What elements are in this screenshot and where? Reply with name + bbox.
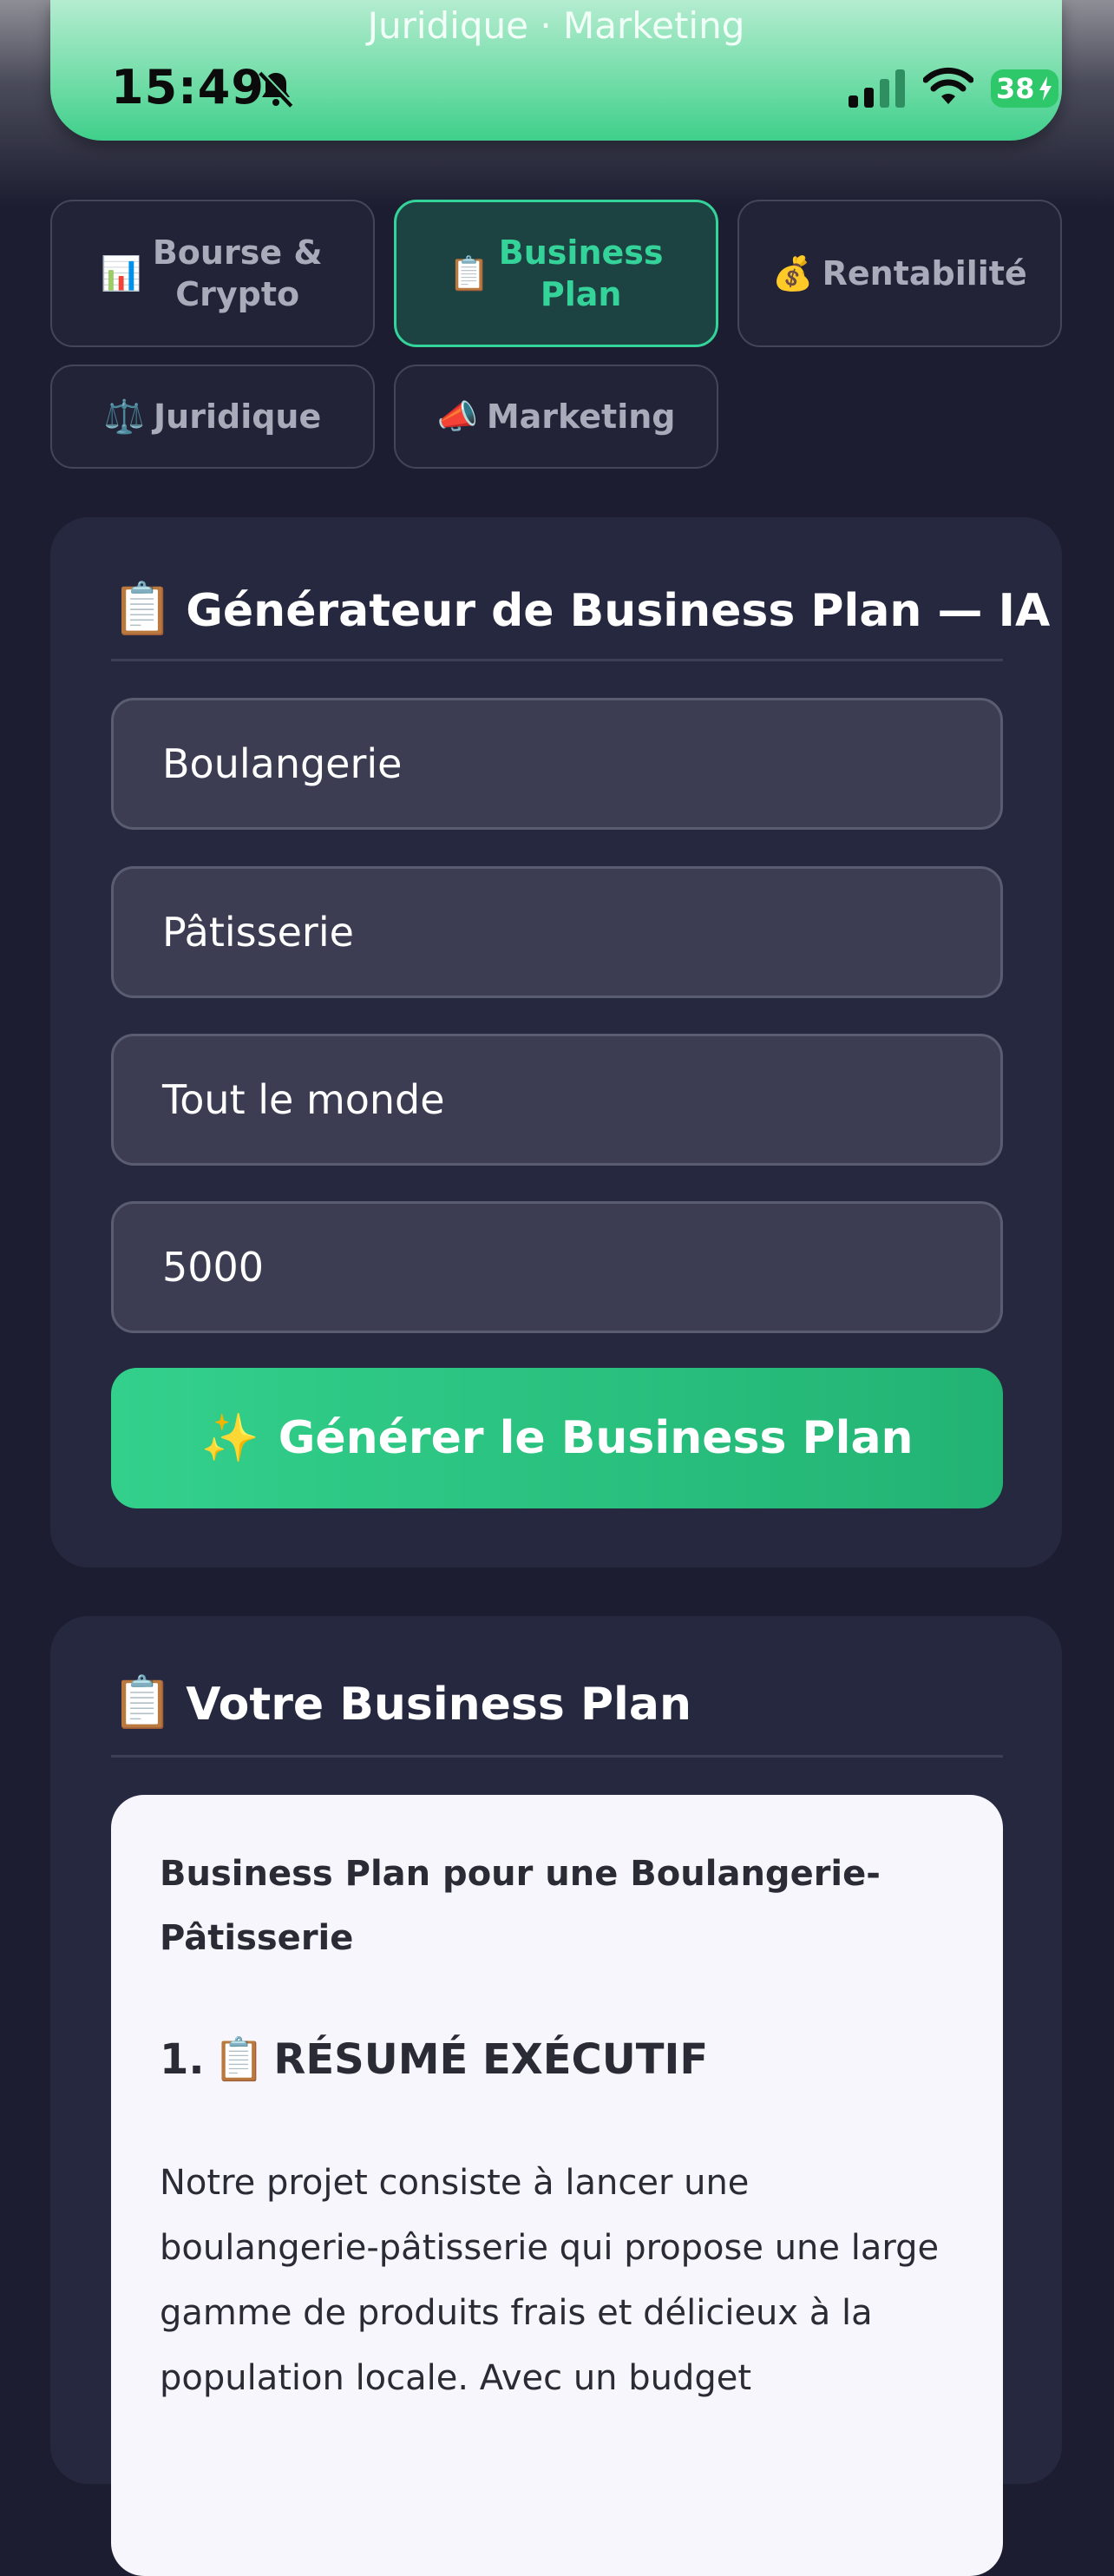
section-title: RÉSUMÉ EXÉCUTIF [273, 2035, 709, 2084]
tab-marketing[interactable]: 📣 Marketing [394, 365, 718, 469]
clipboard-icon: 📋 [449, 254, 490, 292]
clipboard-icon: 📋 [111, 579, 174, 638]
battery-indicator: 38 [991, 69, 1058, 108]
tab-label: Juridique [154, 398, 322, 436]
tab-label: Marketing [486, 398, 676, 436]
generate-button-label: Générer le Business Plan [278, 1412, 914, 1464]
section-paragraph: Notre projet consiste à lancer une boula… [160, 2163, 940, 2398]
status-time: 15:49 [111, 60, 265, 115]
sector-field[interactable]: Pâtisserie [111, 866, 1003, 998]
result-title-text: Votre Business Plan [186, 1679, 691, 1731]
wifi-icon [923, 67, 973, 104]
tab-label: Business Plan [498, 233, 664, 313]
title-divider [111, 659, 1003, 661]
tab-juridique[interactable]: ⚖️ Juridique [50, 365, 375, 469]
megaphone-icon: 📣 [436, 398, 478, 436]
money-bag-icon: 💰 [772, 254, 814, 292]
tab-bourse-crypto[interactable]: 📊 Bourse & Crypto [50, 200, 375, 347]
clipboard-icon: 📋 [111, 1672, 174, 1732]
generator-title: 📋 Générateur de Business Plan — IA [111, 578, 1050, 641]
result-card: 📋 Votre Business Plan Business Plan pour … [50, 1616, 1062, 2576]
section-number: 1. [160, 2035, 205, 2084]
generator-title-text: Générateur de Business Plan — IA [186, 585, 1051, 637]
activity-field[interactable]: Boulangerie [111, 698, 1003, 830]
status-header: Juridique · Marketing 15:49 38 [50, 0, 1062, 141]
section-heading: 1. 📋 RÉSUMÉ EXÉCUTIF [160, 2029, 708, 2090]
header-subtitle: Juridique · Marketing [367, 4, 745, 47]
generator-card: 📋 Générateur de Business Plan — IA Boulan… [50, 517, 1062, 1567]
business-plan-document: Business Plan pour une Boulangerie-Pâtis… [111, 1795, 1003, 2576]
target-audience-field[interactable]: Tout le monde [111, 1034, 1003, 1166]
charging-bolt-icon [1039, 76, 1052, 101]
clipboard-icon: 📋 [213, 2035, 265, 2084]
title-divider [111, 1755, 1003, 1758]
battery-level: 38 [996, 72, 1035, 105]
tab-rentabilite[interactable]: 💰 Rentabilité [737, 200, 1062, 347]
sparkles-icon: ✨ [200, 1410, 259, 1465]
bar-chart-icon: 📊 [101, 254, 142, 292]
tab-business-plan[interactable]: 📋 Business Plan [394, 200, 718, 347]
document-heading: Business Plan pour une Boulangerie-Pâtis… [160, 1854, 881, 1958]
tab-label: Bourse & Crypto [152, 233, 323, 313]
cellular-signal-icon [849, 69, 905, 108]
result-title: 📋 Votre Business Plan [111, 1672, 691, 1735]
tab-label: Rentabilité [822, 254, 1027, 292]
generate-button[interactable]: ✨ Générer le Business Plan [111, 1368, 1003, 1508]
scales-icon: ⚖️ [103, 398, 146, 436]
bell-muted-icon [259, 70, 294, 108]
budget-field[interactable]: 5000 [111, 1201, 1003, 1333]
